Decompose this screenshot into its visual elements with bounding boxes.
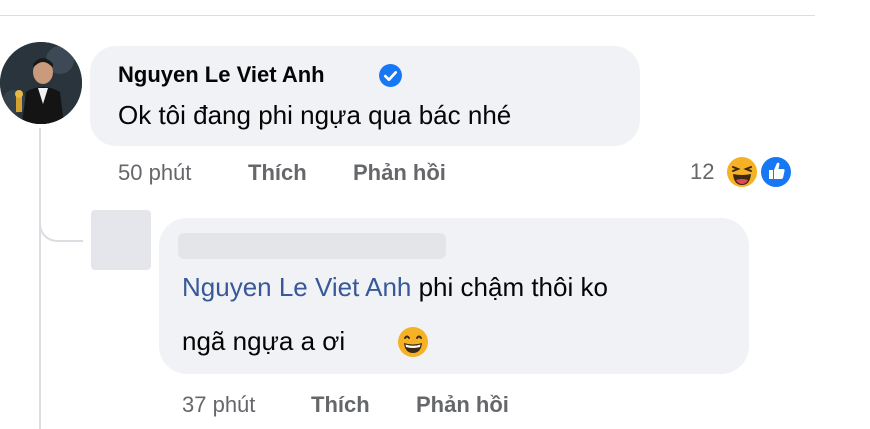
divider [0, 15, 815, 16]
grinning-face-icon [398, 327, 428, 357]
reply-reply-button[interactable]: Phản hồi [416, 392, 509, 418]
comment-author-name[interactable]: Nguyen Le Viet Anh [118, 62, 325, 88]
reaction-count[interactable]: 12 [690, 159, 714, 185]
comment-bubble [90, 46, 640, 146]
comment-timestamp[interactable]: 50 phút [118, 160, 191, 186]
author-avatar[interactable] [0, 42, 82, 124]
reply-like-button[interactable]: Thích [311, 392, 370, 418]
like-icon[interactable] [758, 154, 794, 190]
reply-button[interactable]: Phản hồi [353, 160, 446, 186]
like-button[interactable]: Thích [248, 160, 307, 186]
reply-author-name-blurred[interactable] [178, 233, 446, 259]
reply-timestamp[interactable]: 37 phút [182, 392, 255, 418]
mention-link[interactable]: Nguyen Le Viet Anh [182, 272, 411, 302]
verified-badge-icon [379, 64, 402, 87]
reply-text-part: phi chậm thôi ko [411, 272, 608, 302]
haha-icon[interactable] [724, 154, 760, 190]
comment-text: Ok tôi đang phi ngựa qua bác nhé [118, 100, 512, 130]
thread-line [39, 128, 41, 429]
reply-connector [39, 190, 83, 242]
reply-text-line-1: Nguyen Le Viet Anh phi chậm thôi ko [182, 272, 608, 303]
reply-author-avatar[interactable] [91, 210, 151, 270]
reply-text-line-2: ngã ngựa a ơi [182, 326, 346, 356]
